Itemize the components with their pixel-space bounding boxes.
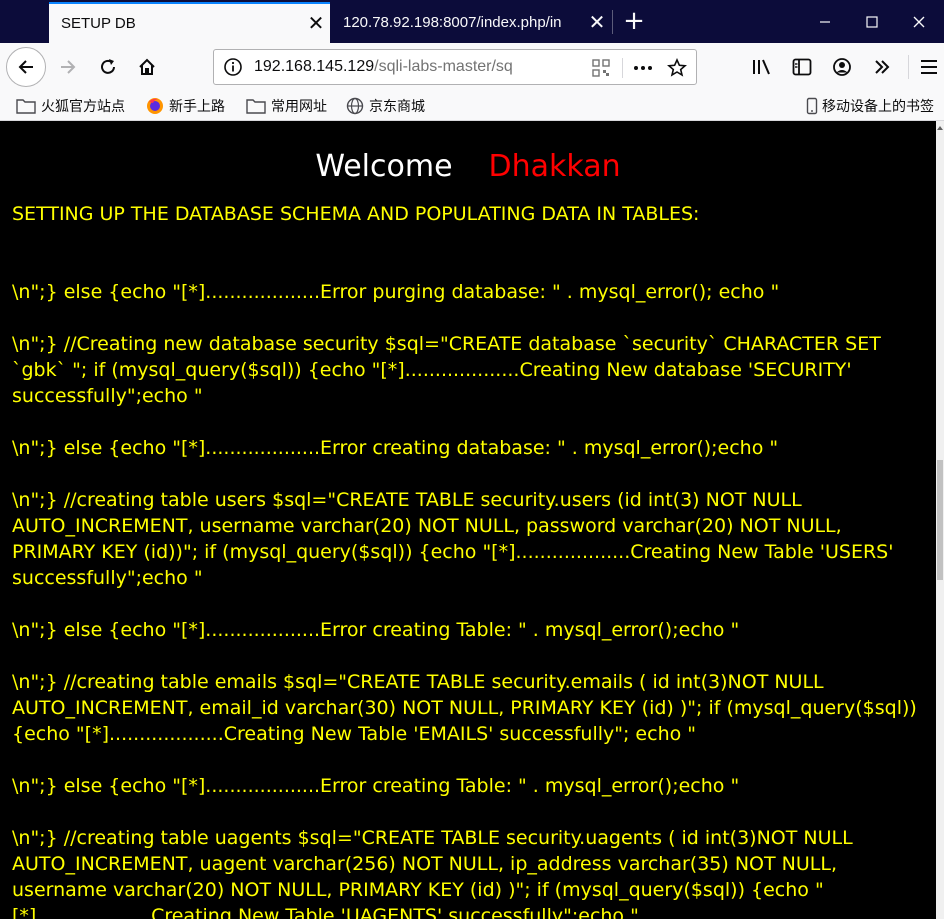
- log-paragraph: \n";} //Creating new database security $…: [12, 333, 881, 407]
- bookmark-label: 常用网址: [271, 99, 327, 115]
- log-paragraph: \n";} //creating table emails $sql="CREA…: [12, 671, 917, 745]
- menu-button[interactable]: [914, 49, 944, 85]
- page-heading: SETTING UP THE DATABASE SCHEMA AND POPUL…: [12, 203, 700, 225]
- log-paragraph: \n";} else {echo "[*]...................…: [12, 281, 780, 303]
- close-icon[interactable]: ✕: [302, 14, 330, 34]
- toolbar-separator: [908, 55, 909, 79]
- back-button[interactable]: [6, 47, 46, 87]
- info-icon[interactable]: [223, 57, 243, 77]
- sidebar-icon: [792, 58, 812, 76]
- page-content: Welcome Dhakkan SETTING UP THE DATABASE S…: [0, 121, 936, 919]
- home-button[interactable]: [129, 49, 165, 85]
- close-icon: [913, 16, 925, 27]
- url-host: 192.168.145.129: [254, 58, 375, 75]
- welcome-banner: Welcome Dhakkan: [0, 149, 936, 184]
- qr-code-button[interactable]: [590, 57, 612, 79]
- bookmark-label: 京东商城: [369, 99, 425, 115]
- url-text[interactable]: 192.168.145.129/sqli-labs-master/sq: [254, 58, 554, 76]
- tab-title: SETUP DB: [61, 15, 136, 32]
- account-button[interactable]: [824, 49, 860, 85]
- bookmark-label: 新手上路: [169, 99, 225, 115]
- bookmark-firefox-official[interactable]: 火狐官方站点: [16, 95, 125, 117]
- tab-title: 120.78.92.198:8007/index.php/in: [343, 14, 562, 31]
- folder-icon: [16, 99, 36, 114]
- maximize-button[interactable]: [849, 0, 895, 43]
- tab-separator: [612, 10, 613, 34]
- firefox-icon: [147, 98, 163, 114]
- bookmark-mobile[interactable]: 移动设备上的书签: [806, 95, 934, 117]
- reload-icon: [101, 59, 115, 74]
- log-paragraph: \n";} else {echo "[*]...................…: [12, 619, 740, 641]
- library-button[interactable]: [744, 49, 780, 85]
- chevron-double-right-icon: [875, 60, 890, 74]
- tab-remote-index[interactable]: 120.78.92.198:8007/index.php/in ✕: [331, 2, 611, 43]
- tab-setup-db[interactable]: SETUP DB ✕: [49, 2, 330, 43]
- close-icon[interactable]: ✕: [583, 13, 611, 33]
- account-icon: [833, 58, 851, 76]
- sidebar-button[interactable]: [784, 49, 820, 85]
- new-tab-button[interactable]: +: [620, 6, 648, 36]
- scroll-up-arrow-icon[interactable]: [936, 123, 944, 133]
- minimize-icon: [820, 20, 830, 23]
- arrow-left-icon: [18, 60, 33, 74]
- welcome-text: Welcome: [315, 149, 453, 184]
- minimize-button[interactable]: [802, 0, 848, 43]
- bookmarks-toolbar: 火狐官方站点 新手上路 常用网址 京东商城 移动设备上的书签: [0, 91, 944, 121]
- setup-log: \n";} else {echo "[*]...................…: [12, 279, 930, 919]
- folder-icon: [246, 99, 266, 114]
- scrollbar-thumb[interactable]: [937, 460, 943, 580]
- log-paragraph: \n";} else {echo "[*]...................…: [12, 437, 779, 459]
- bookmark-getting-started[interactable]: 新手上路: [146, 95, 225, 117]
- maximize-icon: [866, 15, 878, 28]
- bookmark-label: 火狐官方站点: [41, 99, 125, 115]
- reload-button[interactable]: [90, 49, 126, 85]
- welcome-name: Dhakkan: [488, 149, 621, 184]
- bookmark-jd-mall[interactable]: 京东商城: [346, 95, 425, 117]
- library-icon: [753, 59, 770, 75]
- arrow-right-icon: [61, 60, 76, 74]
- home-icon: [139, 58, 155, 75]
- hamburger-menu-icon: [921, 60, 937, 74]
- qr-code-icon: [592, 59, 610, 77]
- log-paragraph: \n";} //creating table uagents $sql="CRE…: [12, 827, 853, 919]
- bookmark-label: 移动设备上的书签: [822, 99, 934, 115]
- bookmark-common-sites[interactable]: 常用网址: [246, 95, 327, 117]
- close-window-button[interactable]: [896, 0, 942, 43]
- url-bar[interactable]: 192.168.145.129/sqli-labs-master/sq: [213, 49, 697, 85]
- log-paragraph: \n";} //creating table users $sql="CREAT…: [12, 489, 894, 589]
- forward-button[interactable]: [50, 49, 86, 85]
- log-paragraph: \n";} else {echo "[*]...................…: [12, 775, 740, 797]
- url-separator: [622, 58, 623, 78]
- url-path: /sqli-labs-master/sq: [374, 58, 513, 75]
- overflow-button[interactable]: [864, 49, 900, 85]
- bookmark-star-button[interactable]: [666, 57, 688, 79]
- page-actions-button[interactable]: [632, 57, 654, 79]
- tab-bar: SETUP DB ✕ 120.78.92.198:8007/index.php/…: [0, 0, 944, 43]
- globe-icon: [346, 97, 364, 115]
- star-icon: [667, 58, 687, 77]
- mobile-device-icon: [806, 97, 818, 115]
- navigation-bar: 192.168.145.129/sqli-labs-master/sq: [0, 43, 944, 91]
- more-horizontal-icon: [634, 66, 652, 70]
